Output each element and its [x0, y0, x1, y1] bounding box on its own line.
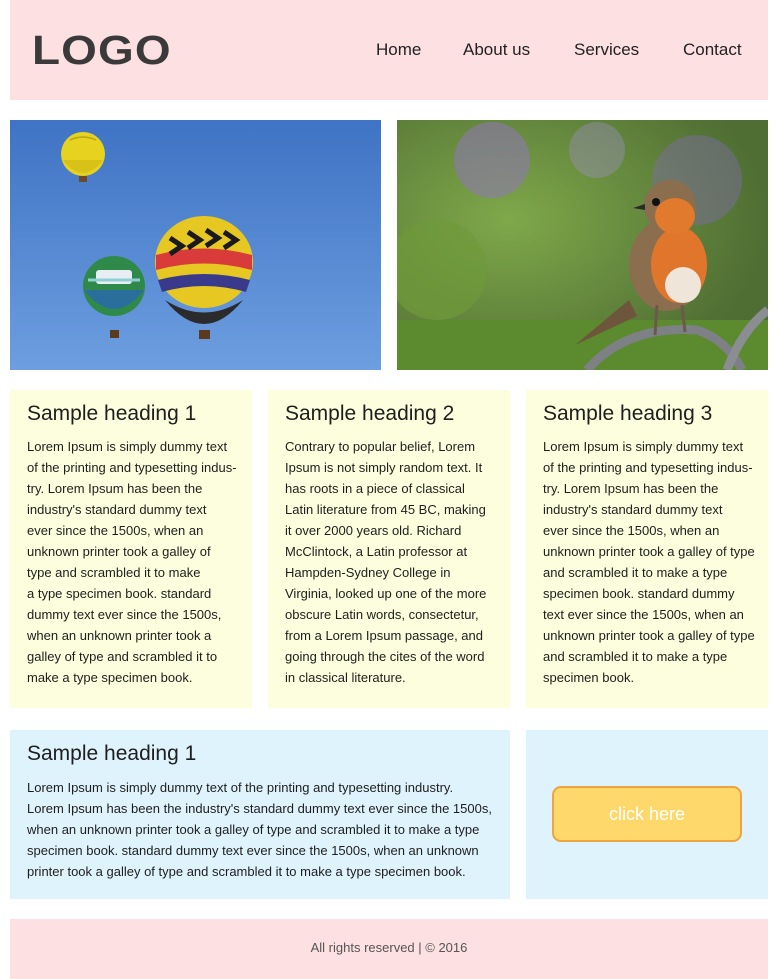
nav-contact-link[interactable]: Contact	[683, 39, 742, 61]
feature-section: Sample heading 1 Lorem Ipsum is simply d…	[10, 730, 510, 899]
click-here-button[interactable]: click here	[552, 786, 742, 842]
section-heading: Sample heading 1	[27, 742, 197, 765]
site-footer: All rights reserved | © 2016	[10, 919, 768, 979]
nav-home-link[interactable]: Home	[376, 39, 421, 61]
content-card-2: Sample heading 2 Contrary to popular bel…	[268, 390, 510, 708]
robin-image	[397, 120, 768, 370]
main-nav: Home About us Services Contact	[10, 39, 768, 63]
card-text: Lorem Ipsum is simply dummy text of the …	[543, 439, 755, 685]
card-heading: Sample heading 2	[285, 402, 455, 425]
nav-about-link[interactable]: About us	[463, 39, 530, 61]
balloons-image	[10, 120, 381, 370]
nav-services-link[interactable]: Services	[574, 39, 639, 61]
section-text: Lorem Ipsum is simply dummy text of the …	[27, 780, 492, 879]
copyright-text: All rights reserved | © 2016	[310, 940, 468, 955]
content-card-1: Sample heading 1 Lorem Ipsum is simply d…	[10, 390, 252, 708]
site-header: LOGO Home About us Services Contact	[10, 0, 768, 100]
card-text: Lorem Ipsum is simply dummy text of the …	[27, 439, 237, 685]
cta-panel: click here	[526, 730, 768, 899]
card-heading: Sample heading 3	[543, 402, 713, 425]
card-heading: Sample heading 1	[27, 402, 197, 425]
card-text: Contrary to popular belief, Lorem Ipsum …	[285, 439, 487, 685]
content-card-3: Sample heading 3 Lorem Ipsum is simply d…	[526, 390, 768, 708]
